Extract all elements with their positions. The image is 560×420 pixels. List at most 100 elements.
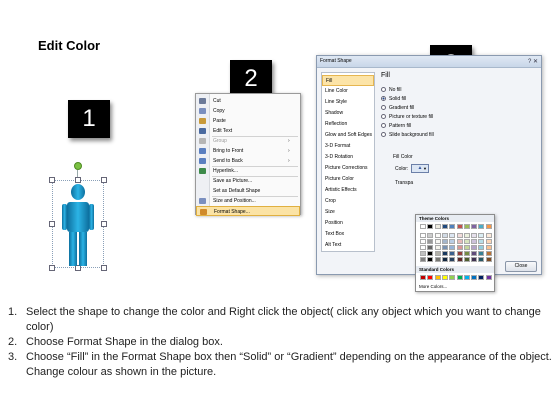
selected-shape[interactable]: [48, 162, 108, 272]
theme-color-swatch[interactable]: [441, 233, 448, 238]
context-menu-item[interactable]: Format Shape...: [196, 206, 300, 216]
nav-item[interactable]: Picture Color: [322, 174, 374, 185]
theme-color-swatch[interactable]: [471, 257, 478, 262]
nav-item[interactable]: Fill: [322, 75, 374, 86]
theme-color-swatch[interactable]: [441, 257, 448, 262]
theme-color-swatch[interactable]: [471, 239, 478, 244]
color-dropdown-button[interactable]: ▲ ▼: [411, 164, 429, 173]
nav-item[interactable]: Shadow: [322, 108, 374, 119]
radio-button[interactable]: [381, 87, 386, 93]
theme-color-swatch[interactable]: [478, 239, 485, 244]
theme-color-swatch[interactable]: [434, 251, 441, 256]
context-menu-item[interactable]: Bring to Front ›: [196, 146, 300, 156]
theme-color-swatch[interactable]: [427, 245, 434, 250]
resize-handle-br[interactable]: [101, 265, 107, 271]
theme-color-swatch[interactable]: [427, 233, 434, 238]
theme-color-swatch[interactable]: [485, 239, 492, 244]
context-menu-item[interactable]: Group ›: [196, 136, 300, 146]
theme-color-swatch[interactable]: [471, 245, 478, 250]
standard-color-swatch[interactable]: [471, 275, 478, 280]
theme-color-swatch[interactable]: [471, 233, 478, 238]
theme-color-swatch[interactable]: [456, 239, 463, 244]
theme-color-swatch[interactable]: [463, 239, 470, 244]
nav-item[interactable]: Text Box: [322, 229, 374, 240]
nav-item[interactable]: Line Style: [322, 97, 374, 108]
context-menu-item[interactable]: Paste: [196, 116, 300, 126]
theme-color-swatch[interactable]: [456, 233, 463, 238]
fill-option[interactable]: Picture or texture fill: [381, 113, 433, 121]
context-menu-item[interactable]: Hyperlink...: [196, 166, 300, 176]
theme-color-swatch[interactable]: [434, 257, 441, 262]
theme-color-swatch[interactable]: [449, 239, 456, 244]
fill-option[interactable]: Solid fill: [381, 95, 406, 103]
standard-color-swatch[interactable]: [441, 275, 448, 280]
context-menu-item[interactable]: Set as Default Shape: [196, 186, 300, 196]
theme-color-swatch[interactable]: [420, 257, 426, 262]
theme-color-swatch[interactable]: [485, 257, 492, 262]
theme-color-swatch[interactable]: [478, 224, 485, 229]
nav-item[interactable]: Glow and Soft Edges: [322, 130, 374, 141]
theme-color-swatch[interactable]: [420, 224, 426, 229]
standard-color-swatch[interactable]: [478, 275, 485, 280]
theme-color-swatch[interactable]: [463, 257, 470, 262]
theme-color-swatch[interactable]: [463, 233, 470, 238]
theme-color-swatch[interactable]: [427, 251, 434, 256]
context-menu-item[interactable]: Send to Back ›: [196, 156, 300, 166]
standard-color-swatch[interactable]: [456, 275, 463, 280]
theme-color-swatch[interactable]: [478, 245, 485, 250]
context-menu-item[interactable]: Copy: [196, 106, 300, 116]
standard-color-swatch[interactable]: [485, 275, 492, 280]
theme-color-swatch[interactable]: [485, 224, 492, 229]
context-menu-item[interactable]: Cut: [196, 96, 300, 106]
theme-color-swatch[interactable]: [463, 251, 470, 256]
theme-color-swatch[interactable]: [420, 251, 426, 256]
theme-color-swatch[interactable]: [456, 245, 463, 250]
dialog-window-controls[interactable]: ? ✕: [528, 58, 538, 65]
theme-color-swatch[interactable]: [434, 239, 441, 244]
theme-color-swatch[interactable]: [463, 224, 470, 229]
nav-item[interactable]: Alt Text: [322, 240, 374, 251]
theme-color-swatch[interactable]: [449, 233, 456, 238]
fill-option[interactable]: Pattern fill: [381, 122, 411, 130]
theme-color-swatch[interactable]: [420, 239, 426, 244]
nav-item[interactable]: Artistic Effects: [322, 185, 374, 196]
nav-item[interactable]: 3-D Format: [322, 141, 374, 152]
context-menu-item[interactable]: Edit Text: [196, 126, 300, 136]
standard-color-swatch[interactable]: [434, 275, 441, 280]
theme-color-swatch[interactable]: [456, 224, 463, 229]
theme-color-swatch[interactable]: [441, 245, 448, 250]
radio-button[interactable]: [381, 105, 386, 111]
theme-color-swatch[interactable]: [441, 239, 448, 244]
theme-color-swatch[interactable]: [434, 245, 441, 250]
standard-color-swatch[interactable]: [420, 275, 426, 280]
radio-button[interactable]: [381, 123, 386, 129]
theme-color-swatch[interactable]: [449, 251, 456, 256]
theme-color-swatch[interactable]: [478, 251, 485, 256]
theme-color-swatch[interactable]: [478, 257, 485, 262]
nav-item[interactable]: 3-D Rotation: [322, 152, 374, 163]
close-button[interactable]: Close: [505, 261, 537, 272]
theme-color-swatch[interactable]: [485, 251, 492, 256]
radio-button[interactable]: [381, 132, 386, 138]
theme-color-swatch[interactable]: [456, 257, 463, 262]
resize-handle-tl[interactable]: [49, 177, 55, 183]
resize-handle-l[interactable]: [49, 221, 55, 227]
nav-item[interactable]: Line Color: [322, 86, 374, 97]
theme-color-swatch[interactable]: [485, 233, 492, 238]
resize-handle-bl[interactable]: [49, 265, 55, 271]
rotation-handle[interactable]: [74, 162, 82, 170]
resize-handle-tr[interactable]: [101, 177, 107, 183]
standard-color-swatch[interactable]: [427, 275, 434, 280]
theme-color-swatch[interactable]: [478, 233, 485, 238]
nav-item[interactable]: Size: [322, 207, 374, 218]
theme-color-swatch[interactable]: [441, 224, 448, 229]
theme-color-swatch[interactable]: [441, 251, 448, 256]
fill-option[interactable]: Slide background fill: [381, 131, 434, 139]
theme-color-swatch[interactable]: [471, 224, 478, 229]
context-menu-item[interactable]: Save as Picture...: [196, 176, 300, 186]
theme-color-swatch[interactable]: [449, 245, 456, 250]
theme-color-swatch[interactable]: [434, 224, 441, 229]
theme-color-swatch[interactable]: [471, 251, 478, 256]
nav-item[interactable]: Crop: [322, 196, 374, 207]
theme-color-swatch[interactable]: [449, 224, 456, 229]
